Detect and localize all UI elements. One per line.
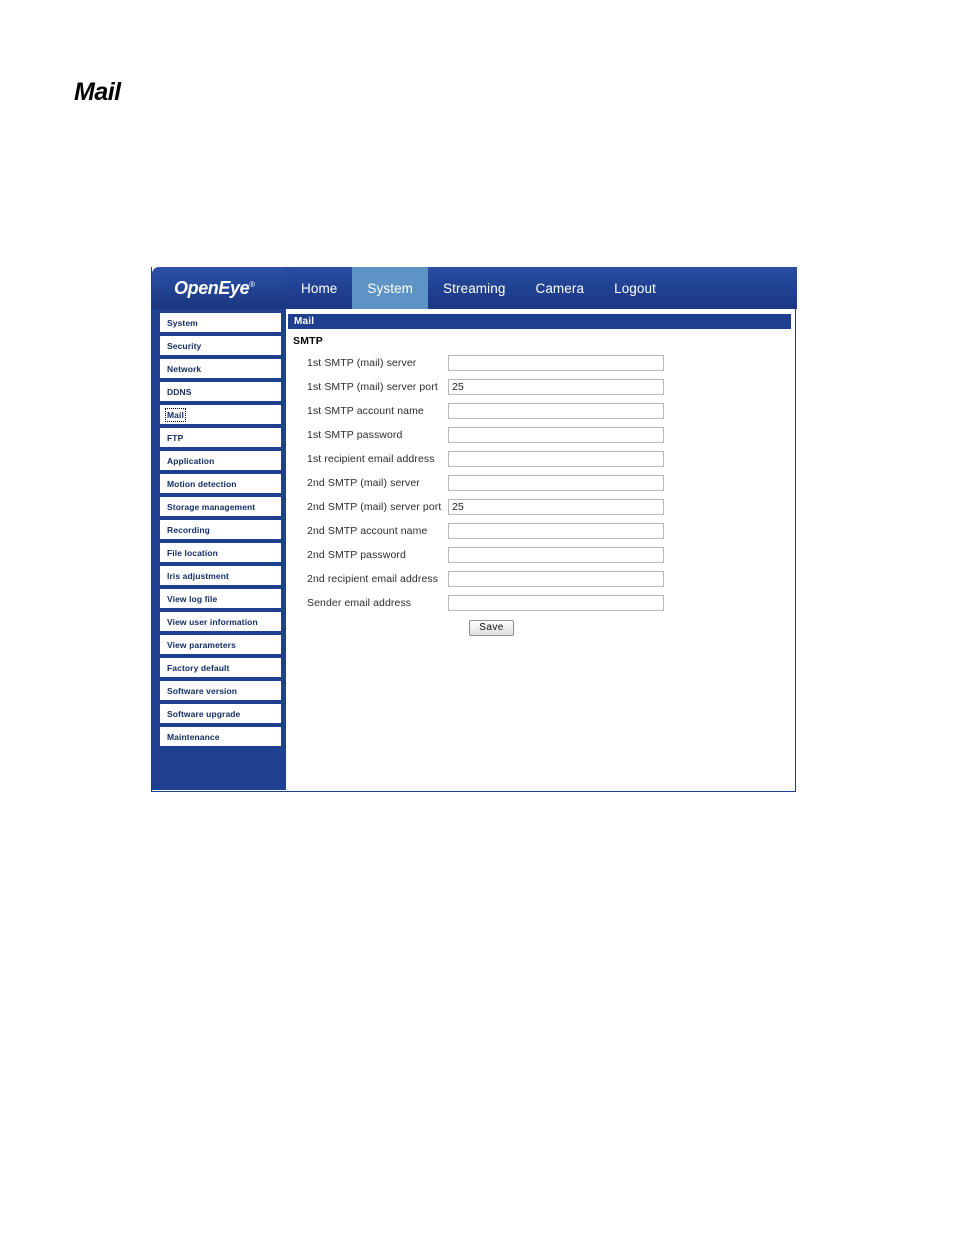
form-row-1st-smtp-account-name: 1st SMTP account name xyxy=(286,399,795,423)
sidebar-item-maintenance[interactable]: Maintenance xyxy=(159,726,282,747)
sidebar-item-label: Maintenance xyxy=(167,731,220,742)
sidebar-item-label: Storage management xyxy=(167,501,256,512)
sidebar-item-file-location[interactable]: File location xyxy=(159,542,282,563)
input-2nd-smtp-mail-server-port[interactable] xyxy=(448,499,664,515)
panel-banner: Mail xyxy=(288,314,791,329)
sidebar-item-ftp[interactable]: FTP xyxy=(159,427,282,448)
form-row-2nd-recipient-email-address: 2nd recipient email address xyxy=(286,567,795,591)
content-panel: Mail SMTP 1st SMTP (mail) server 1st SMTP… xyxy=(286,309,795,790)
sidebar-item-label: Network xyxy=(167,363,202,374)
sidebar-item-motion-detection[interactable]: Motion detection xyxy=(159,473,282,494)
main-nav: Home System Streaming Camera Logout xyxy=(286,267,671,309)
sidebar-item-ddns[interactable]: DDNS xyxy=(159,381,282,402)
input-1st-smtp-account-name[interactable] xyxy=(448,403,664,419)
sidebar-item-label: Software upgrade xyxy=(167,708,241,719)
input-1st-smtp-mail-server[interactable] xyxy=(448,355,664,371)
ui-body: System Security Network DDNS Mail FTP Applicat… xyxy=(152,309,795,790)
sidebar-item-label: Factory default xyxy=(167,662,230,673)
sidebar-item-software-upgrade[interactable]: Software upgrade xyxy=(159,703,282,724)
sidebar-item-label: Application xyxy=(167,455,215,466)
label-1st-smtp-account-name: 1st SMTP account name xyxy=(307,405,424,417)
nav-item-camera[interactable]: Camera xyxy=(520,267,599,309)
nav-item-home[interactable]: Home xyxy=(286,267,352,309)
input-2nd-recipient-email-address[interactable] xyxy=(448,571,664,587)
label-2nd-smtp-password: 2nd SMTP password xyxy=(307,549,406,561)
section-title-smtp: SMTP xyxy=(293,335,323,347)
sidebar-item-label: View log file xyxy=(167,593,218,604)
sidebar-item-label: View parameters xyxy=(167,639,236,650)
sidebar-item-iris-adjustment[interactable]: Iris adjustment xyxy=(159,565,282,586)
label-1st-smtp-password: 1st SMTP password xyxy=(307,429,403,441)
sidebar-item-factory-default[interactable]: Factory default xyxy=(159,657,282,678)
save-button[interactable]: Save xyxy=(469,620,514,636)
label-2nd-smtp-account-name: 2nd SMTP account name xyxy=(307,525,428,537)
label-2nd-smtp-mail-server: 2nd SMTP (mail) server xyxy=(307,477,420,489)
sidebar-item-network[interactable]: Network xyxy=(159,358,282,379)
sidebar-item-label: Motion detection xyxy=(167,478,237,489)
label-1st-recipient-email-address: 1st recipient email address xyxy=(307,453,435,465)
sidebar-menu: System Security Network DDNS Mail FTP Applicat… xyxy=(152,309,286,790)
input-1st-smtp-password[interactable] xyxy=(448,427,664,443)
label-1st-smtp-mail-server-port: 1st SMTP (mail) server port xyxy=(307,381,438,393)
sidebar-item-label: Iris adjustment xyxy=(167,570,229,581)
sidebar-item-storage-management[interactable]: Storage management xyxy=(159,496,282,517)
registered-trademark-icon: ® xyxy=(249,280,255,289)
sidebar-item-view-log-file[interactable]: View log file xyxy=(159,588,282,609)
sidebar-item-recording[interactable]: Recording xyxy=(159,519,282,540)
form-row-1st-smtp-mail-server: 1st SMTP (mail) server xyxy=(286,351,795,375)
sidebar-item-label: View user information xyxy=(167,616,258,627)
panel-banner-title: Mail xyxy=(294,316,315,327)
sidebar-item-view-user-information[interactable]: View user information xyxy=(159,611,282,632)
form-row-1st-smtp-mail-server-port: 1st SMTP (mail) server port xyxy=(286,375,795,399)
brand-logo[interactable]: OpenEye® xyxy=(152,267,286,309)
sidebar-item-mail[interactable]: Mail xyxy=(159,404,282,425)
sidebar-item-system[interactable]: System xyxy=(159,312,282,333)
sidebar-item-label: Recording xyxy=(167,524,210,535)
nav-item-streaming[interactable]: Streaming xyxy=(428,267,520,309)
input-2nd-smtp-password[interactable] xyxy=(448,547,664,563)
brand-logo-text: OpenEye® xyxy=(174,278,255,299)
label-1st-smtp-mail-server: 1st SMTP (mail) server xyxy=(307,357,417,369)
smtp-form: 1st SMTP (mail) server 1st SMTP (mail) se… xyxy=(286,351,795,641)
sidebar-item-view-parameters[interactable]: View parameters xyxy=(159,634,282,655)
sidebar-item-security[interactable]: Security xyxy=(159,335,282,356)
brand-name: OpenEye xyxy=(174,278,250,298)
sidebar-item-label: DDNS xyxy=(167,386,192,397)
sidebar-item-label: File location xyxy=(167,547,218,558)
input-sender-email-address[interactable] xyxy=(448,595,664,611)
sidebar-item-software-version[interactable]: Software version xyxy=(159,680,282,701)
sidebar-item-label: System xyxy=(167,317,198,328)
camera-web-ui-screenshot: OpenEye® Home System Streaming Camera Logout… xyxy=(151,267,797,792)
form-row-1st-smtp-password: 1st SMTP password xyxy=(286,423,795,447)
page-title: Mail xyxy=(74,78,121,106)
sidebar-item-label: Software version xyxy=(167,685,238,696)
form-row-2nd-smtp-mail-server: 2nd SMTP (mail) server xyxy=(286,471,795,495)
input-1st-recipient-email-address[interactable] xyxy=(448,451,664,467)
form-row-2nd-smtp-account-name: 2nd SMTP account name xyxy=(286,519,795,543)
sidebar-item-label: Security xyxy=(167,340,202,351)
label-2nd-smtp-mail-server-port: 2nd SMTP (mail) server port xyxy=(307,501,442,513)
sidebar-item-label: Mail xyxy=(165,407,186,422)
form-row-2nd-smtp-password: 2nd SMTP password xyxy=(286,543,795,567)
nav-item-system[interactable]: System xyxy=(352,267,429,309)
form-row-2nd-smtp-mail-server-port: 2nd SMTP (mail) server port xyxy=(286,495,795,519)
input-1st-smtp-mail-server-port[interactable] xyxy=(448,379,664,395)
label-sender-email-address: Sender email address xyxy=(307,597,412,609)
save-row: Save xyxy=(286,615,795,641)
top-navigation-bar: OpenEye® Home System Streaming Camera Logout xyxy=(152,267,797,309)
form-row-sender-email-address: Sender email address xyxy=(286,591,795,615)
sidebar-item-application[interactable]: Application xyxy=(159,450,282,471)
input-2nd-smtp-mail-server[interactable] xyxy=(448,475,664,491)
label-2nd-recipient-email-address: 2nd recipient email address xyxy=(307,573,439,585)
input-2nd-smtp-account-name[interactable] xyxy=(448,523,664,539)
form-row-1st-recipient-email-address: 1st recipient email address xyxy=(286,447,795,471)
sidebar-item-label: FTP xyxy=(167,432,184,443)
nav-item-logout[interactable]: Logout xyxy=(599,267,671,309)
